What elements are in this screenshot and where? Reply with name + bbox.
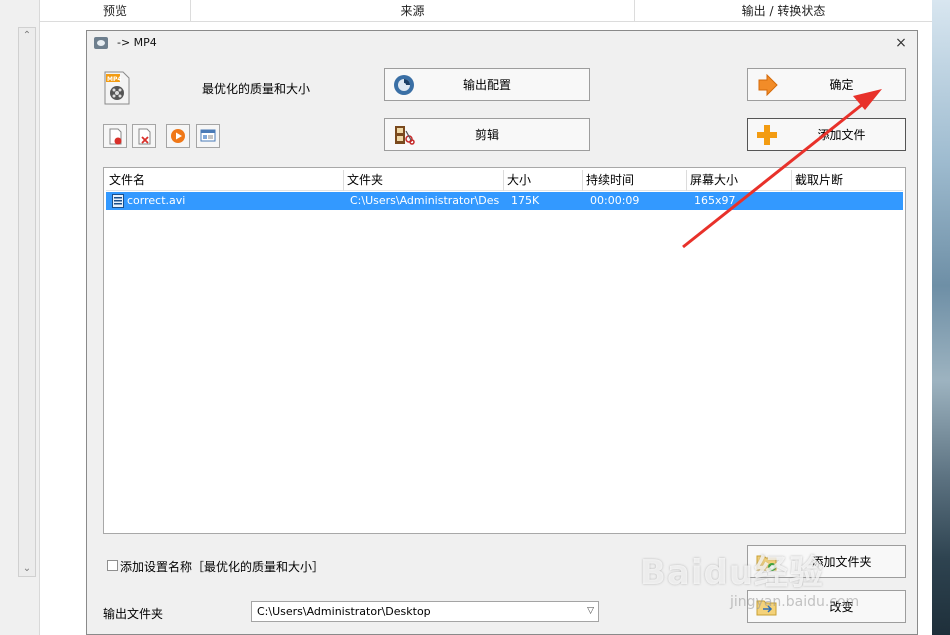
cell-duration: 00:00:09 — [590, 194, 640, 207]
edit-label: 剪辑 — [474, 128, 499, 142]
dialog-title: -> MP4 — [117, 36, 157, 49]
file-list-header: 文件名 文件夹 大小 持续时间 屏幕大小 截取片断 — [106, 170, 903, 191]
cell-filename: correct.avi — [127, 194, 186, 207]
add-file-button[interactable]: 添加文件 — [747, 118, 906, 151]
background-column-source[interactable]: 来源 — [191, 0, 635, 22]
chevron-down-icon[interactable]: ▽ — [587, 602, 594, 621]
background-header: 预览 来源 输出 / 转换状态 — [40, 0, 932, 22]
plus-icon — [757, 125, 777, 145]
play-button[interactable] — [166, 124, 190, 148]
edit-button[interactable]: 剪辑 — [384, 118, 590, 151]
cell-size: 175K — [511, 194, 540, 207]
app-icon — [94, 37, 108, 49]
baidu-watermark: Baidu经验 — [640, 553, 825, 593]
column-header-size[interactable]: 大小 — [504, 170, 583, 191]
output-config-button[interactable]: 输出配置 — [384, 68, 590, 101]
baidu-watermark-url: jingyan.baidu.com — [730, 594, 860, 610]
column-header-clip[interactable]: 截取片断 — [792, 170, 903, 191]
play-icon — [171, 129, 185, 143]
add-file-label: 添加文件 — [817, 128, 866, 142]
ok-button[interactable]: 确定 — [747, 68, 906, 101]
background-column-output-status[interactable]: 输出 / 转换状态 — [635, 0, 932, 22]
output-config-label: 输出配置 — [462, 78, 511, 92]
column-header-filename[interactable]: 文件名 — [106, 170, 344, 191]
mp4-format-icon: MP4 — [104, 71, 130, 105]
arrow-right-icon — [758, 74, 778, 96]
ok-label: 确定 — [829, 78, 854, 92]
background-left-panel: ⌃ ⌄ — [0, 0, 40, 635]
output-folder-select[interactable]: C:\Users\Administrator\Desktop ▽ — [251, 601, 599, 622]
background-scrollbar[interactable] — [18, 27, 36, 577]
cell-folder: C:\Users\Administrator\Des... — [350, 194, 500, 207]
media-info-icon — [200, 129, 216, 142]
remove-file-icon — [109, 128, 122, 145]
clear-list-icon — [138, 128, 151, 145]
cell-clip — [798, 192, 898, 210]
remove-file-button[interactable] — [103, 124, 127, 148]
column-header-folder[interactable]: 文件夹 — [344, 170, 504, 191]
close-button[interactable]: × — [893, 35, 909, 51]
desktop-wallpaper-strip — [932, 0, 950, 635]
column-header-duration[interactable]: 持续时间 — [583, 170, 687, 191]
scroll-down-icon[interactable]: ⌄ — [20, 562, 34, 576]
video-file-icon — [112, 194, 124, 208]
save-setting-checkbox[interactable] — [107, 560, 118, 571]
background-column-preview[interactable]: 预览 — [40, 0, 191, 22]
media-info-button[interactable] — [196, 124, 220, 148]
clear-list-button[interactable] — [132, 124, 156, 148]
cell-screen-size: 165x97 — [694, 194, 736, 207]
file-list[interactable]: 文件名 文件夹 大小 持续时间 屏幕大小 截取片断 correct.avi C:… — [103, 167, 906, 534]
output-folder-value: C:\Users\Administrator\Desktop — [257, 605, 431, 618]
table-row[interactable]: correct.avi C:\Users\Administrator\Des..… — [106, 192, 903, 210]
scroll-up-icon[interactable]: ⌃ — [20, 29, 34, 43]
output-folder-label: 输出文件夹 — [103, 607, 164, 621]
save-setting-label[interactable]: 添加设置名称［最优化的质量和大小］ — [120, 558, 324, 575]
quality-profile-label: 最优化的质量和大小 — [202, 82, 311, 96]
column-header-screen-size[interactable]: 屏幕大小 — [687, 170, 792, 191]
svg-text:MP4: MP4 — [107, 76, 122, 83]
